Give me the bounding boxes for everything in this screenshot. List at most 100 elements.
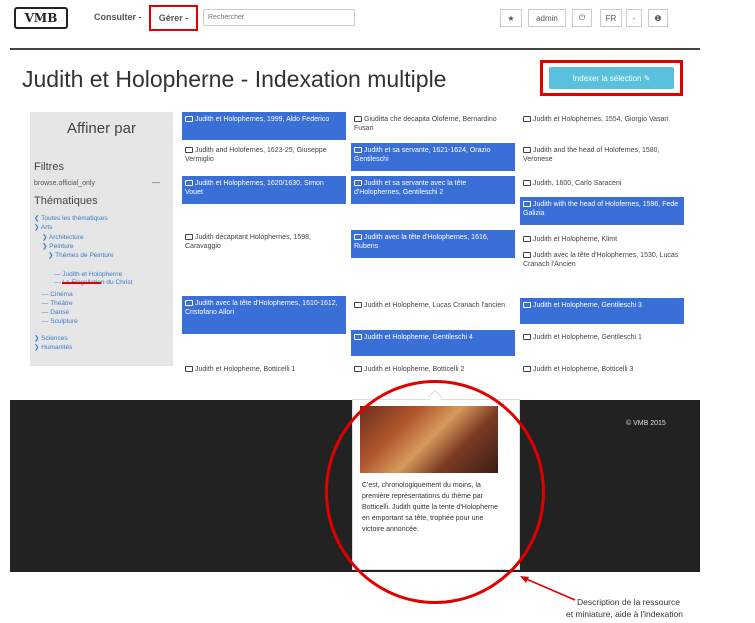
tree-item-themes-peinture[interactable]: ❯ Thèmes de Peinture — [48, 251, 114, 259]
annotation-line1: Description de la ressource — [577, 597, 680, 607]
image-icon — [185, 180, 193, 186]
resource-tile[interactable]: Judith et Holopherne, Klimt — [520, 232, 684, 246]
image-icon — [523, 252, 531, 258]
selected-theme-underline — [62, 282, 101, 284]
image-icon — [354, 302, 362, 308]
resource-title: Judith et sa servante, 1621-1624, Orazio… — [354, 147, 491, 163]
resource-title: Giuditta che decapita Oloferne, Bernardi… — [354, 116, 497, 132]
resource-tile[interactable]: Judith et Holopherne, Lucas Cranach l'an… — [351, 298, 515, 324]
resource-tile[interactable]: Judith et sa servante, 1621-1624, Orazio… — [351, 143, 515, 171]
image-icon — [523, 201, 531, 207]
tree-item-peinture[interactable]: ❯ Peinture — [42, 242, 73, 250]
tree-item-danse[interactable]: — Danse — [42, 309, 69, 316]
image-icon — [185, 234, 193, 240]
tree-item-cinema[interactable]: — Cinéma — [42, 291, 73, 298]
filters-heading: Filtres — [34, 161, 64, 173]
image-icon — [354, 234, 362, 240]
resource-tile[interactable]: Giuditta che decapita Oloferne, Bernardi… — [351, 112, 515, 140]
tree-item-judith[interactable]: — Judith et Holopherne — [54, 271, 122, 278]
resource-title: Judith et Holopherne, Klimt — [533, 236, 618, 243]
tree-item-theatre[interactable]: — Théâtre — [42, 300, 73, 307]
resource-title: Judith and the head of Holofernes, 1580,… — [523, 147, 660, 163]
resource-tile[interactable]: Judith et Holophernes, 1620/1630, Simon … — [182, 176, 346, 204]
tree-item-sculpture[interactable]: — Sculpture — [42, 318, 78, 325]
highlight-circle — [325, 380, 545, 604]
footer-copyright: © VMB 2015 — [626, 420, 666, 427]
resource-title: Judith et Holophernes, 1554, Giorgio Vas… — [533, 116, 669, 123]
resource-title: Judith, 1600, Carlo Saraceni — [533, 180, 622, 187]
resource-title: Judith et Holopherne, Gentileschi 1 — [533, 334, 642, 341]
gerer-menu[interactable]: Gérer - — [149, 5, 198, 31]
resource-tile[interactable]: Judith et Holopherne, Botticelli 3 — [520, 362, 684, 388]
image-icon — [523, 302, 531, 308]
resource-title: Judith et Holopherne, Lucas Cranach l'an… — [364, 302, 506, 309]
resource-tile[interactable]: Judith et Holopherne, Gentileschi 3 — [520, 298, 684, 324]
vmb-logo[interactable]: VMB — [14, 7, 68, 29]
image-icon — [354, 116, 362, 122]
resource-tile[interactable]: Judith et Holopherne, Botticelli 1 — [182, 362, 346, 388]
resource-title: Judith et Holopherne, Gentileschi 4 — [364, 334, 473, 341]
image-icon — [523, 180, 531, 186]
filter-remove[interactable]: — — [152, 178, 160, 187]
resource-title: Judith et Holopherne, Botticelli 1 — [195, 366, 296, 373]
tree-item-humanites[interactable]: ❯ Humanités — [34, 343, 72, 351]
power-icon[interactable]: ⏻ — [572, 9, 592, 27]
tree-item-architecture[interactable]: ❯ Architecture — [42, 233, 84, 241]
resource-tile[interactable]: Judith avec la tête d'Holophernes, 1610-… — [182, 296, 346, 334]
tree-item-arts[interactable]: ❯ Arts — [34, 223, 52, 231]
resource-title: Judith et Holopherne, Gentileschi 3 — [533, 302, 642, 309]
annotation-line2: et miniature, aide à l'indexation — [566, 609, 683, 619]
language-caret[interactable]: - — [626, 9, 642, 27]
resource-title: Judith et Holophernes, 1620/1630, Simon … — [185, 180, 324, 196]
user-menu[interactable]: admin — [528, 9, 566, 27]
image-icon — [185, 147, 193, 153]
image-icon — [354, 147, 362, 153]
resource-title: Judith with the head of Holofernes, 1596… — [523, 201, 679, 217]
sidebar-heading: Affiner par — [67, 120, 136, 137]
filter-browse-official[interactable]: browse.official_only — [34, 180, 95, 187]
resource-tile[interactable]: Judith et sa servante avec la tête d'Hol… — [351, 176, 515, 204]
image-icon — [523, 147, 531, 153]
consulter-menu[interactable]: Consulter - — [94, 12, 142, 22]
annotation-arrow — [520, 576, 576, 601]
image-icon — [185, 116, 193, 122]
gerer-menu-label: Gérer - — [158, 13, 189, 23]
resource-title: Judith et Holopherne, Botticelli 3 — [533, 366, 634, 373]
resource-title: Judith avec la tête d'Holophernes, 1530,… — [523, 252, 679, 268]
resource-title: Judith décapitant Holophernes, 1598, Car… — [185, 234, 311, 250]
tree-item-sciences[interactable]: ❯ Sciences — [34, 334, 68, 342]
resource-tile[interactable]: Judith et Holophernes, 1999, Aldo Federi… — [182, 112, 346, 140]
language-select[interactable]: FR — [600, 9, 622, 27]
resource-title: Judith avec la tête d'Holophernes, 1610-… — [185, 300, 338, 316]
image-icon — [523, 366, 531, 372]
resource-title: Judith and Holofernes, 1623-25, Giuseppe… — [185, 147, 327, 163]
image-icon — [185, 366, 193, 372]
resource-tile[interactable]: Judith et Holopherne, Gentileschi 4 — [351, 330, 515, 356]
star-icon[interactable]: ★ — [500, 9, 522, 27]
themes-heading: Thématiques — [34, 195, 98, 207]
resource-title: Judith avec la tête d'Holophernes, 1616,… — [354, 234, 489, 250]
image-icon — [354, 334, 362, 340]
resource-tile[interactable]: Judith with the head of Holofernes, 1596… — [520, 197, 684, 225]
image-icon — [523, 236, 531, 242]
resource-tile[interactable]: Judith décapitant Holophernes, 1598, Car… — [182, 230, 346, 258]
resource-tile[interactable]: Judith avec la tête d'Holophernes, 1530,… — [520, 248, 684, 286]
image-icon — [185, 300, 193, 306]
resource-title: Judith et Holophernes, 1999, Aldo Federi… — [195, 116, 330, 123]
tree-item-all-themes[interactable]: ❮ Toutes les thématiques — [34, 214, 108, 222]
resource-tile[interactable]: Judith avec la tête d'Holophernes, 1616,… — [351, 230, 515, 258]
image-icon — [354, 180, 362, 186]
image-icon — [354, 366, 362, 372]
search-input[interactable] — [203, 9, 355, 26]
resource-tile[interactable]: Judith, 1600, Carlo Saraceni — [520, 176, 684, 194]
resource-title: Judith et sa servante avec la tête d'Hol… — [354, 180, 467, 196]
index-selection-button[interactable]: Indexer la sélection ✎ — [549, 67, 674, 89]
resource-title: Judith et Holopherne, Botticelli 2 — [364, 366, 465, 373]
resource-tile[interactable]: Judith and the head of Holofernes, 1580,… — [520, 143, 684, 171]
resource-tile[interactable]: Judith et Holopherne, Gentileschi 1 — [520, 330, 684, 356]
resource-tile[interactable]: Judith and Holofernes, 1623-25, Giuseppe… — [182, 143, 346, 171]
image-icon — [523, 334, 531, 340]
page-title: Judith et Holopherne - Indexation multip… — [22, 66, 447, 92]
help-icon[interactable]: ❶ — [648, 9, 668, 27]
resource-tile[interactable]: Judith et Holophernes, 1554, Giorgio Vas… — [520, 112, 684, 140]
